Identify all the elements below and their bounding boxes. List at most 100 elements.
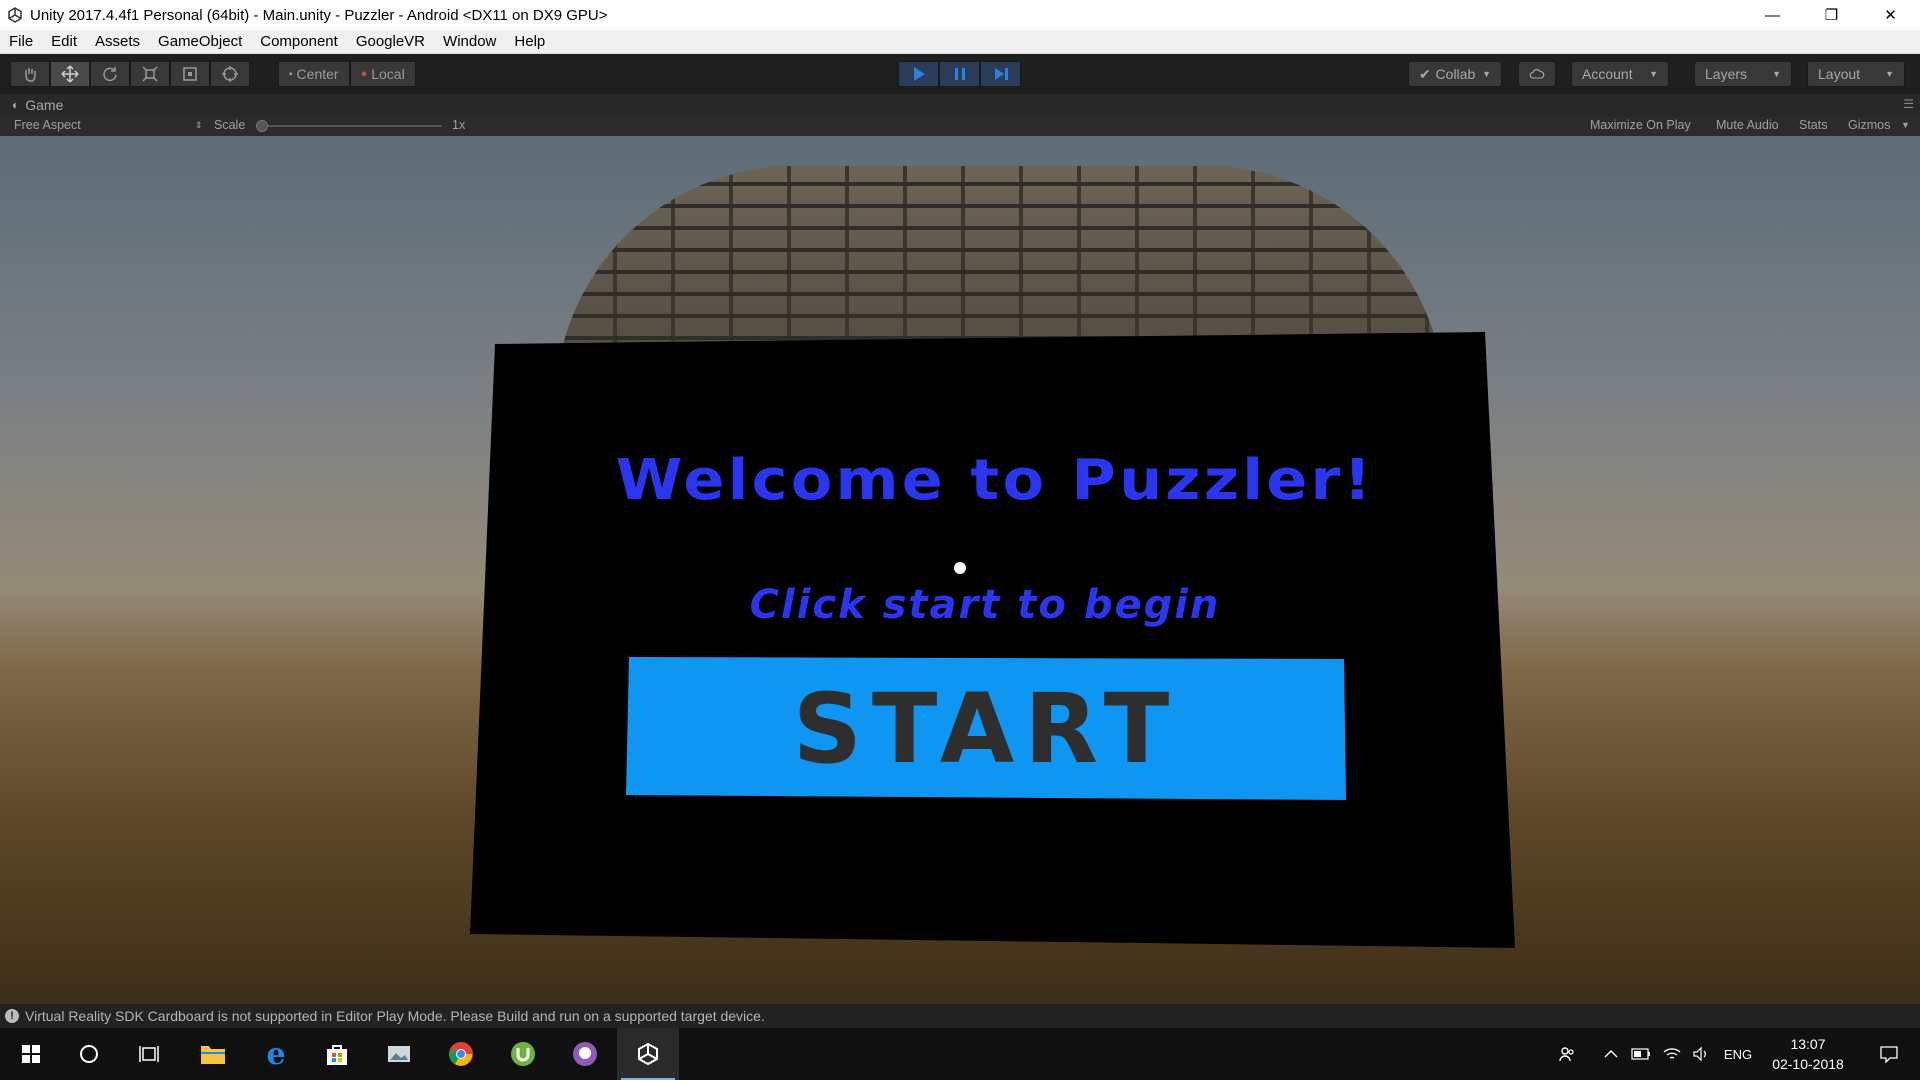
stats-toggle[interactable]: Stats xyxy=(1799,118,1828,132)
cloud-icon xyxy=(1529,69,1545,79)
pause-button[interactable] xyxy=(939,61,980,87)
chevron-down-icon: ▼ xyxy=(1649,69,1658,79)
account-dropdown[interactable]: Account ▼ xyxy=(1571,61,1669,87)
transform-tools xyxy=(10,61,250,87)
layout-label: Layout xyxy=(1818,66,1861,82)
maximize-on-play-toggle[interactable]: Maximize On Play xyxy=(1590,118,1691,132)
pivot-center-button[interactable]: ▪ Center xyxy=(278,61,350,87)
rotate-tool-icon[interactable] xyxy=(90,61,130,87)
tab-game[interactable]: ◐ Game xyxy=(0,97,63,113)
clock-date: 02-10-2018 xyxy=(1772,1056,1844,1072)
instructions-text: Click start to begin xyxy=(749,582,1221,628)
cloud-button-wrap xyxy=(1518,61,1556,87)
menu-assets[interactable]: Assets xyxy=(86,30,149,54)
pivot-icon: ▪ xyxy=(289,68,293,80)
layout-dropdown[interactable]: Layout ▼ xyxy=(1807,61,1905,87)
pivot-toggles: ▪ Center ● Local xyxy=(278,61,416,87)
layers-dropdown-wrap: Layers ▼ xyxy=(1694,61,1792,87)
gizmos-chevron-icon: ▼ xyxy=(1901,120,1910,130)
menu-component[interactable]: Component xyxy=(251,30,347,54)
menu-edit[interactable]: Edit xyxy=(42,30,86,54)
panel-menu-icon[interactable]: ☰ xyxy=(1903,97,1914,111)
pivot-label: Center xyxy=(296,66,339,82)
move-tool-icon[interactable] xyxy=(50,61,90,87)
aspect-chevron-icon: ⇕ xyxy=(195,120,203,130)
window-title: Unity 2017.4.4f1 Personal (64bit) - Main… xyxy=(30,6,608,24)
scale-slider-handle[interactable] xyxy=(256,120,268,132)
github-desktop-icon[interactable] xyxy=(554,1028,616,1080)
info-icon: ! xyxy=(5,1009,19,1023)
step-button[interactable] xyxy=(980,61,1021,87)
menu-bar: File Edit Assets GameObject Component Go… xyxy=(0,30,1920,54)
chevron-down-icon: ▼ xyxy=(1772,69,1781,79)
pause-icon xyxy=(954,68,965,80)
aspect-dropdown[interactable]: Free Aspect xyxy=(14,118,81,132)
scale-slider-track[interactable] xyxy=(256,125,442,127)
wifi-icon[interactable] xyxy=(1659,1028,1685,1080)
menu-help[interactable]: Help xyxy=(505,30,554,54)
start-button[interactable]: START xyxy=(626,657,1346,800)
minimize-button[interactable]: — xyxy=(1743,0,1802,30)
layers-dropdown[interactable]: Layers ▼ xyxy=(1694,61,1792,87)
utorrent-icon[interactable] xyxy=(492,1028,554,1080)
game-tab-bar: ◐ Game ☰ xyxy=(0,94,1920,116)
chevron-down-icon: ▼ xyxy=(1482,69,1491,79)
menu-file[interactable]: File xyxy=(0,30,42,54)
menu-panel xyxy=(470,332,1515,948)
play-icon xyxy=(913,67,925,81)
account-dropdown-wrap: Account ▼ xyxy=(1571,61,1669,87)
chrome-icon[interactable] xyxy=(430,1028,492,1080)
game-tab-label: Game xyxy=(25,97,64,113)
rect-tool-icon[interactable] xyxy=(170,61,210,87)
photos-app-icon[interactable] xyxy=(368,1028,430,1080)
game-controls-bar: Free Aspect ⇕ Scale 1x Maximize On Play … xyxy=(0,116,1920,136)
status-bar: ! Virtual Reality SDK Cardboard is not s… xyxy=(0,1004,1920,1028)
step-icon xyxy=(994,68,1008,80)
hand-tool-icon[interactable] xyxy=(10,61,50,87)
task-view-icon[interactable] xyxy=(118,1028,180,1080)
collab-label: Collab xyxy=(1435,66,1476,82)
collab-button[interactable]: ✔ Collab ▼ xyxy=(1408,61,1502,87)
chevron-up-icon[interactable] xyxy=(1598,1028,1624,1080)
unity-logo-icon xyxy=(0,0,30,30)
windows-taskbar: e ENG 13:07 02-10-2018 xyxy=(0,1028,1920,1080)
clock-time: 13:07 xyxy=(1790,1036,1826,1052)
cloud-button[interactable] xyxy=(1518,61,1556,87)
playback-controls xyxy=(898,61,1021,87)
close-button[interactable]: ✕ xyxy=(1861,0,1920,30)
transform-tool-icon[interactable] xyxy=(210,61,250,87)
volume-icon[interactable] xyxy=(1688,1028,1714,1080)
title-bar: Unity 2017.4.4f1 Personal (64bit) - Main… xyxy=(0,0,1920,30)
menu-window[interactable]: Window xyxy=(434,30,505,54)
check-icon: ✔ xyxy=(1419,65,1431,82)
welcome-heading: Welcome to Puzzler! xyxy=(615,448,1375,513)
file-explorer-icon[interactable] xyxy=(182,1028,244,1080)
layers-label: Layers xyxy=(1705,66,1748,82)
chevron-down-icon: ▼ xyxy=(1885,69,1894,79)
gizmos-dropdown[interactable]: Gizmos xyxy=(1848,118,1890,132)
edge-browser-icon[interactable]: e xyxy=(245,1028,307,1080)
local-label: Local xyxy=(371,66,405,82)
menu-gameobject[interactable]: GameObject xyxy=(149,30,251,54)
scale-label: Scale xyxy=(214,118,246,132)
restore-button[interactable]: ❐ xyxy=(1802,0,1861,30)
status-message[interactable]: Virtual Reality SDK Cardboard is not sup… xyxy=(25,1008,765,1024)
local-icon: ● xyxy=(360,68,368,80)
windows-start-icon[interactable] xyxy=(0,1028,62,1080)
play-button[interactable] xyxy=(898,61,939,87)
scale-value: 1x xyxy=(452,118,466,132)
notifications-icon[interactable] xyxy=(1864,1028,1914,1080)
mute-audio-toggle[interactable]: Mute Audio xyxy=(1716,118,1779,132)
people-icon[interactable] xyxy=(1552,1028,1582,1080)
gaze-reticle xyxy=(954,562,966,574)
cortana-search-icon[interactable] xyxy=(58,1028,120,1080)
main-toolbar: ▪ Center ● Local ✔ Collab ▼ Account ▼ La… xyxy=(0,54,1920,94)
menu-googlevr[interactable]: GoogleVR xyxy=(347,30,434,54)
store-icon[interactable] xyxy=(306,1028,368,1080)
scale-tool-icon[interactable] xyxy=(130,61,170,87)
battery-icon[interactable] xyxy=(1628,1028,1654,1080)
collab-dropdown[interactable]: ✔ Collab ▼ xyxy=(1408,61,1502,87)
unity-taskbar-icon[interactable] xyxy=(617,1028,679,1080)
system-clock[interactable]: 13:07 02-10-2018 xyxy=(1748,1034,1868,1074)
pivot-local-button[interactable]: ● Local xyxy=(349,61,416,87)
